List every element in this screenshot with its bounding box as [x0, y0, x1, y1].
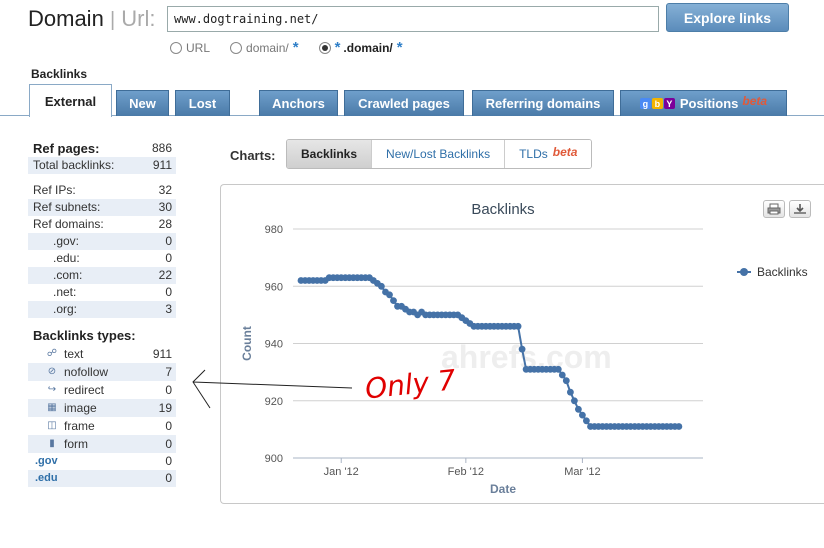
type-form: ▮ form 0 — [28, 435, 176, 453]
x-tick-label: Jan '12 — [324, 466, 359, 478]
x-tick-label: Feb '12 — [448, 466, 484, 478]
url-input[interactable] — [167, 6, 659, 32]
backlinks-chart: Backlinks 900 920 940 960 980 Jan '12 Feb '12 Ma… — [240, 201, 808, 496]
stats-refs: Ref IPs: 32 Ref subnets: 30 Ref domains: 28… — [28, 182, 176, 318]
data-point — [567, 388, 574, 396]
data-point — [518, 345, 526, 353]
radio-domain-asterisk: * — [292, 39, 299, 56]
data-point — [583, 417, 590, 425]
stat-ref-domains: Ref domains: 28 — [33, 217, 172, 231]
backlinks-types-heading: Backlinks types: — [33, 328, 136, 343]
radio-subdomains[interactable]: * .domain/ * — [318, 39, 403, 56]
radio-subdomains-dot[interactable] — [318, 41, 331, 54]
stat-total-backlinks: Total backlinks: 911 — [28, 157, 176, 174]
y-tick-label: 900 — [265, 453, 283, 465]
stats-summary: Ref pages: 886 Total backlinks: 911 — [28, 140, 176, 174]
section-title: Backlinks — [31, 67, 88, 81]
data-point — [514, 322, 522, 330]
chart-tab-tlds-beta: beta — [552, 145, 578, 159]
radio-subdomains-asterisk: * — [396, 39, 403, 56]
backlinks-types: ☍ text 911 ⊘ nofollow 7 ↪ redirect 0 ▦ image 19 … — [28, 345, 176, 453]
y-axis-label: Count — [240, 326, 254, 361]
tab-new[interactable]: New — [116, 90, 169, 116]
chart-title: Backlinks — [471, 201, 534, 218]
data-point — [571, 397, 578, 405]
data-point — [579, 411, 586, 419]
tab-crawled-pages[interactable]: Crawled pages — [344, 90, 464, 116]
data-point — [575, 405, 582, 413]
brand-separator: | — [109, 9, 116, 31]
type-frame: ◫ frame 0 — [47, 419, 172, 433]
data-point — [390, 297, 397, 304]
scope-radio-group: URL domain/ * * .domain/ * — [170, 39, 423, 56]
nofollow-icon: ⊘ — [47, 366, 57, 377]
data-point — [675, 423, 683, 430]
radio-url[interactable]: URL — [170, 39, 210, 56]
radio-domain-dot[interactable] — [230, 41, 243, 54]
stats-panel: Ref pages: 886 Total backlinks: 911 Ref IP… — [28, 140, 176, 487]
legend-label: Backlinks — [757, 265, 808, 279]
brand-domain: Domain — [28, 6, 104, 31]
print-icon[interactable] — [763, 200, 785, 218]
form-icon: ▮ — [49, 438, 55, 449]
tab-anchors[interactable]: Anchors — [259, 90, 338, 116]
tab-positions-beta: beta — [742, 93, 768, 108]
legend-marker — [740, 268, 748, 276]
backlinks-tabbar: External New Lost Anchors Crawled pages … — [0, 84, 824, 117]
radio-url-dot[interactable] — [170, 41, 182, 54]
data-point — [378, 282, 385, 290]
radio-domain-label: domain/ — [246, 40, 289, 55]
tab-referring-domains[interactable]: Referring domains — [472, 90, 614, 116]
y-tick-label: 920 — [265, 396, 283, 408]
data-point — [386, 291, 393, 299]
chart-container: Backlinks 900 920 940 960 980 Jan '12 Feb '12 Ma… — [220, 184, 824, 504]
redirect-icon: ↪ — [47, 384, 57, 395]
search-engines-icon: gbY — [639, 98, 676, 109]
data-point — [558, 371, 566, 379]
brand-url: Url: — [121, 6, 156, 31]
data-point — [554, 365, 562, 373]
radio-subdomains-prefix: * — [334, 39, 341, 56]
chart-tab-tlds[interactable]: TLDs beta — [505, 140, 592, 168]
frame-icon: ◫ — [47, 420, 57, 431]
chart-tabs: Backlinks New/Lost Backlinks TLDs beta — [286, 139, 593, 169]
type-nofollow: ⊘ nofollow 7 — [28, 363, 176, 381]
image-icon: ▦ — [47, 402, 57, 413]
link-icon: ☍ — [46, 348, 58, 359]
chart-tab-tlds-label: TLDs — [519, 147, 548, 161]
tab-external[interactable]: External — [29, 84, 112, 117]
type-redirect: ↪ redirect 0 — [47, 383, 172, 397]
download-icon[interactable] — [789, 200, 811, 218]
y-tick-label: 960 — [265, 281, 283, 293]
stat-edu-backlinks: .edu 0 — [28, 470, 176, 487]
stat-com: .com: 22 — [28, 267, 176, 284]
stat-ref-pages: Ref pages: 886 — [33, 141, 172, 156]
radio-subdomains-label: .domain/ — [343, 40, 393, 55]
stat-gov-backlinks: .gov 0 — [35, 454, 172, 468]
data-point — [562, 377, 570, 385]
stat-gov: .gov: 0 — [28, 233, 176, 250]
radio-domain[interactable]: domain/ * — [230, 39, 299, 56]
tab-positions-label: Positions — [679, 96, 739, 111]
y-tick-label: 940 — [265, 339, 283, 351]
explore-links-button[interactable]: Explore links — [666, 3, 789, 32]
stat-org: .org: 3 — [28, 301, 176, 318]
type-text: ☍ text 911 — [46, 347, 172, 361]
radio-url-label: URL — [186, 40, 211, 55]
y-tick-label: 980 — [265, 224, 283, 236]
type-image: ▦ image 19 — [28, 399, 176, 417]
stat-net: .net: 0 — [53, 285, 172, 299]
stat-edu: .edu: 0 — [53, 251, 172, 265]
tab-lost[interactable]: Lost — [175, 90, 230, 116]
brand-logo: Domain | Url: — [28, 6, 155, 32]
stat-ref-ips: Ref IPs: 32 — [33, 183, 172, 197]
chart-tab-backlinks[interactable]: Backlinks — [287, 140, 373, 168]
stat-ref-subnets: Ref subnets: 30 — [28, 199, 176, 216]
x-tick-label: Mar '12 — [564, 466, 600, 478]
chart-tab-new-lost[interactable]: New/Lost Backlinks — [372, 140, 506, 168]
tab-positions[interactable]: gbY Positions beta — [620, 90, 787, 116]
charts-label: Charts: — [230, 148, 276, 163]
x-axis-label: Date — [490, 482, 516, 496]
